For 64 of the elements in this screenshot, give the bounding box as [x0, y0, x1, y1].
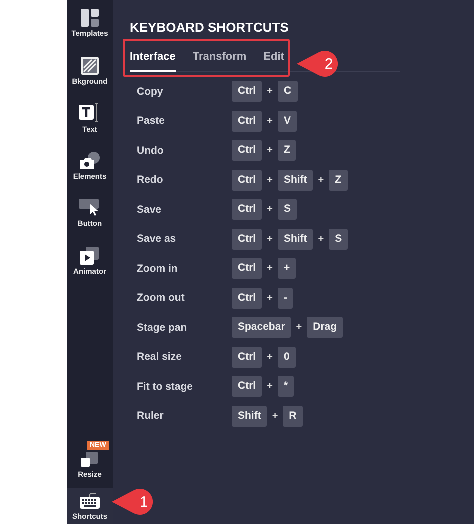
key-cap: Z — [278, 140, 296, 162]
key-cap: Shift — [278, 170, 314, 191]
key-cap: Ctrl — [232, 376, 262, 398]
key-cap: Ctrl — [232, 81, 262, 102]
plus-sign: + — [296, 322, 302, 334]
plus-sign: + — [267, 145, 273, 156]
key-cap: R — [283, 406, 303, 427]
action-label: Real size — [137, 351, 183, 364]
key-cap: Drag — [307, 317, 344, 338]
key-cap: Z — [329, 170, 348, 191]
key-cap: + — [278, 258, 296, 280]
key-cap: Ctrl — [232, 258, 262, 280]
key-cap: Ctrl — [232, 288, 262, 309]
action-label: Save as — [137, 233, 178, 246]
action-label: Undo — [137, 144, 165, 157]
action-label: Zoom out — [137, 292, 186, 304]
plus-sign: + — [318, 174, 324, 186]
panel-title: KEYBOARD SHORTCUTS — [130, 20, 290, 35]
action-label: Paste — [137, 115, 166, 128]
plus-sign: + — [267, 292, 273, 304]
tab[interactable]: Edit — [264, 47, 284, 72]
key-cap: Shift — [232, 406, 268, 427]
key-cap: Ctrl — [232, 110, 262, 132]
striped-square-icon — [81, 56, 99, 75]
plus-sign: + — [267, 381, 273, 392]
tab[interactable]: Transform — [192, 47, 247, 72]
text-icon — [79, 103, 101, 124]
plus-sign: + — [267, 116, 273, 127]
plus-sign: + — [267, 174, 273, 186]
key-cap: Ctrl — [232, 140, 262, 162]
play-icon — [80, 246, 100, 265]
plus-sign: + — [267, 263, 273, 274]
action-label: Ruler — [137, 410, 165, 422]
key-cap: Ctrl — [232, 346, 262, 368]
key-cap: V — [278, 110, 297, 132]
key-cap: Ctrl — [232, 199, 262, 220]
action-label: Zoom in — [137, 262, 179, 275]
key-cap: C — [278, 81, 298, 102]
key-cap: S — [329, 228, 348, 250]
tab[interactable]: Interface — [130, 47, 176, 72]
action-label: Redo — [137, 174, 164, 186]
key-cap: 0 — [278, 346, 296, 368]
plus-sign: + — [267, 204, 273, 216]
plus-sign: + — [318, 234, 324, 245]
key-cap: S — [278, 199, 297, 220]
key-cap: - — [278, 288, 294, 309]
plus-sign: + — [267, 352, 273, 363]
action-label: Stage pan — [137, 322, 188, 334]
action-label: Copy — [137, 86, 164, 98]
resize-icon — [81, 450, 99, 468]
camera-icon — [79, 152, 101, 170]
keyboard-icon — [79, 492, 101, 510]
cursor-button-icon — [79, 199, 101, 218]
action-label: Fit to stage — [137, 380, 194, 393]
key-cap: Shift — [278, 228, 314, 250]
action-label: Save — [137, 204, 163, 216]
plus-sign: + — [272, 410, 278, 422]
key-cap: Ctrl — [232, 170, 262, 191]
key-cap: Spacebar — [232, 317, 292, 338]
layout-icon — [81, 9, 99, 28]
plus-sign: + — [267, 86, 273, 98]
key-cap: * — [278, 376, 294, 398]
key-cap: Ctrl — [232, 228, 262, 250]
plus-sign: + — [267, 234, 273, 245]
